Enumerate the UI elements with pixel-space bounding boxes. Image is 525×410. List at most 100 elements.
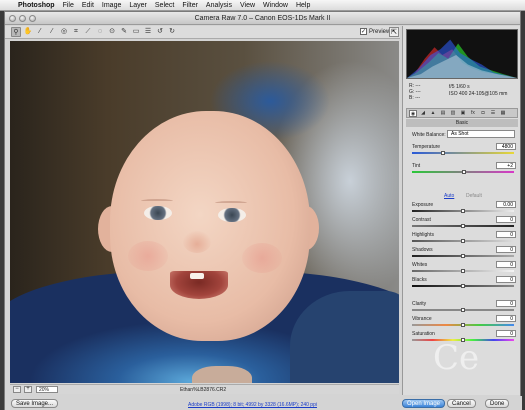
white-balance-label: White Balance: [412, 132, 446, 138]
rotate-left-icon[interactable]: ↺ [155, 27, 165, 37]
camera-calibration-icon[interactable]: ◘ [479, 110, 487, 117]
zoom-window-icon[interactable] [29, 15, 36, 22]
shadows-label: Shadows [412, 247, 433, 253]
detail-icon[interactable]: ▲ [429, 110, 437, 117]
auto-link[interactable]: Auto [444, 193, 454, 199]
hand-icon[interactable]: ✋ [23, 27, 33, 37]
photo-nose [183, 231, 211, 253]
open-image-button[interactable]: Open Image [402, 399, 446, 408]
menu-layer[interactable]: Layer [125, 2, 151, 9]
menu-filter[interactable]: Filter [178, 2, 202, 9]
menu-file[interactable]: File [59, 2, 78, 9]
effects-icon[interactable]: fx [469, 110, 477, 117]
presets-icon[interactable]: ☰ [489, 110, 497, 117]
zoom-in-button[interactable]: + [24, 386, 32, 393]
menu-window[interactable]: Window [259, 2, 292, 9]
saturation-input[interactable]: 0 [496, 330, 516, 337]
vibrance-input[interactable]: 0 [496, 315, 516, 322]
vibrance-thumb[interactable] [461, 323, 465, 327]
hsl-icon[interactable]: ▤ [439, 110, 447, 117]
menu-edit[interactable]: Edit [78, 2, 98, 9]
exposure-thumb[interactable] [461, 209, 465, 213]
rgb-readout: R: --- G: --- B: --- [409, 83, 421, 101]
white-balance-icon[interactable]: ⁄ [35, 27, 45, 37]
save-image-button[interactable]: Save Image... [11, 399, 59, 408]
zoom-icon[interactable]: ⚲ [11, 27, 21, 37]
lens-icon[interactable]: ▣ [459, 110, 467, 117]
target-adjust-icon[interactable]: ◎ [59, 27, 69, 37]
fullscreen-icon[interactable]: ⇱ [389, 27, 399, 37]
shadows-input[interactable]: 0 [496, 246, 516, 253]
exposure-label: Exposure [412, 202, 434, 208]
spot-removal-icon[interactable]: ◌ [95, 27, 105, 37]
graduated-filter-icon[interactable]: ▭ [131, 27, 141, 37]
highlights-thumb[interactable] [461, 239, 465, 243]
rotate-right-icon[interactable]: ↻ [167, 27, 177, 37]
preferences-icon[interactable]: ☰ [143, 27, 153, 37]
cancel-button[interactable]: Cancel [447, 399, 476, 408]
split-toning-icon[interactable]: ▥ [449, 110, 457, 117]
done-button[interactable]: Done [485, 399, 510, 408]
straighten-icon[interactable]: ⟋ [83, 27, 93, 37]
menu-view[interactable]: View [236, 2, 259, 9]
clarity-input[interactable]: 0 [496, 300, 516, 307]
preview-toggle[interactable]: ✓ Preview [360, 28, 390, 35]
close-window-icon[interactable] [9, 15, 16, 22]
contrast-input[interactable]: 0 [496, 216, 516, 223]
tint-thumb[interactable] [462, 170, 467, 174]
tint-input[interactable]: +2 [496, 162, 516, 169]
photo-hand [192, 366, 252, 383]
vibrance-label: Vibrance [412, 316, 432, 322]
minimize-window-icon[interactable] [19, 15, 26, 22]
photo-baby-face [110, 111, 310, 341]
color-sampler-icon[interactable]: ⁄ [47, 27, 57, 37]
white-balance-select[interactable]: As Shot [447, 130, 515, 138]
b-readout: B: --- [409, 95, 421, 101]
iso-lens: ISO 400 24-105@105 mm [449, 91, 508, 97]
file-name: Ethan%LB2876.CR2 [180, 386, 227, 393]
preview-checkbox[interactable]: ✓ [360, 28, 367, 35]
whites-thumb[interactable] [461, 269, 465, 273]
tone-curve-icon[interactable]: ◢ [419, 110, 427, 117]
zoom-bar: − + 20% Ethan%LB2876.CR2 [10, 384, 399, 394]
shadows-thumb[interactable] [461, 254, 465, 258]
panel-tabs: ◉ ◢ ▲ ▤ ▥ ▣ fx ◘ ☰ ▦ [406, 108, 518, 118]
temperature-track[interactable] [412, 152, 514, 154]
menu-image[interactable]: Image [98, 2, 125, 9]
zoom-level-select[interactable]: 20% [36, 386, 58, 393]
contrast-thumb[interactable] [461, 224, 465, 228]
adjustment-brush-icon[interactable]: ✎ [119, 27, 129, 37]
default-link[interactable]: Default [466, 193, 482, 199]
blacks-thumb[interactable] [461, 284, 465, 288]
photo-eye-left [144, 206, 172, 220]
basic-icon[interactable]: ◉ [409, 109, 417, 117]
menu-app[interactable]: Photoshop [14, 2, 59, 9]
whites-input[interactable]: 0 [496, 261, 516, 268]
blacks-input[interactable]: 0 [496, 276, 516, 283]
workflow-options-link[interactable]: Adobe RGB (1998); 8 bit; 4992 by 3328 (1… [188, 402, 317, 408]
photo-cheek-right [242, 243, 282, 273]
snapshots-icon[interactable]: ▦ [499, 110, 507, 117]
red-eye-icon[interactable]: ⊙ [107, 27, 117, 37]
window-title: Camera Raw 7.0 – Canon EOS-1Ds Mark II [194, 15, 331, 22]
crop-icon[interactable]: ⌗ [71, 27, 81, 37]
temperature-thumb[interactable] [440, 151, 445, 155]
image-preview[interactable] [10, 41, 399, 383]
bottom-bar: Save Image... Adobe RGB (1998); 8 bit; 4… [5, 396, 522, 410]
temperature-input[interactable]: 4800 [496, 143, 516, 150]
saturation-label: Saturation [412, 331, 435, 337]
title-bar: Camera Raw 7.0 – Canon EOS-1Ds Mark II [5, 12, 520, 25]
zoom-out-button[interactable]: − [13, 386, 21, 393]
highlights-input[interactable]: 0 [496, 231, 516, 238]
exposure-input[interactable]: 0.00 [496, 201, 516, 208]
menu-select[interactable]: Select [151, 2, 178, 9]
right-panel: R: --- G: --- B: --- f/5 1/60 s ISO 400 … [402, 26, 520, 395]
menu-analysis[interactable]: Analysis [202, 2, 236, 9]
preview-label: Preview [369, 28, 391, 35]
aperture-shutter: f/5 1/60 s [449, 84, 470, 90]
clarity-label: Clarity [412, 301, 427, 307]
clarity-thumb[interactable] [461, 308, 465, 312]
menu-help[interactable]: Help [292, 2, 314, 9]
tint-label: Tint [412, 163, 421, 169]
panel-title: Basic [406, 119, 518, 127]
